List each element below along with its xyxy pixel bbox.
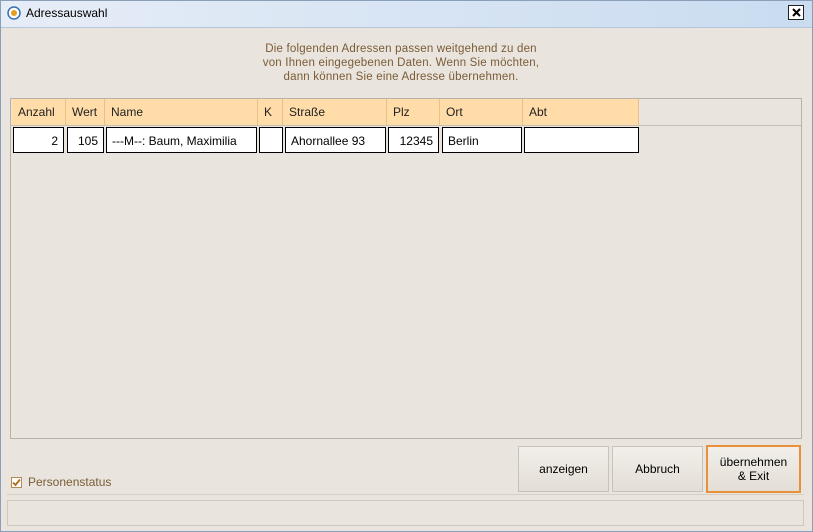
button-label-line: & Exit (737, 469, 770, 483)
cell-wert[interactable]: 105 (67, 127, 104, 153)
header-divider (11, 125, 801, 126)
button-label-line: übernehmen (719, 455, 788, 469)
column-header-ort[interactable]: Ort (440, 99, 523, 125)
cell-strasse[interactable]: Ahornallee 93 (285, 127, 386, 153)
message-line: von Ihnen eingegebenen Daten. Wenn Sie m… (262, 57, 540, 69)
cell-name[interactable]: ---M--: Baum, Maximilia (106, 127, 257, 153)
column-header-k[interactable]: K (258, 99, 283, 125)
personenstatus-option[interactable]: Personenstatus (11, 475, 111, 489)
info-message: Die folgenden Adressen passen weitgehend… (151, 42, 651, 84)
cell-plz[interactable]: 12345 (388, 127, 439, 153)
personenstatus-checkbox[interactable] (11, 476, 22, 488)
abbruch-button[interactable]: Abbruch (612, 446, 703, 492)
column-header-strasse[interactable]: Straße (283, 99, 387, 125)
uebernehmen-exit-button[interactable]: übernehmen & Exit (706, 445, 801, 493)
personenstatus-label: Personenstatus (28, 475, 112, 489)
close-icon (791, 8, 801, 17)
message-line: dann können Sie eine Adresse übernehmen. (283, 71, 519, 83)
column-header-plz[interactable]: Plz (387, 99, 440, 125)
column-header-anzahl[interactable]: Anzahl (12, 99, 66, 125)
app-icon (7, 6, 21, 20)
title-bar: Adressauswahl (1, 1, 812, 28)
close-button[interactable] (788, 5, 804, 20)
cell-abt[interactable] (524, 127, 639, 153)
footer-divider (7, 494, 804, 495)
column-header-name[interactable]: Name (105, 99, 258, 125)
address-selection-dialog: Adressauswahl Die folgenden Adressen pas… (0, 0, 813, 532)
cell-anzahl[interactable]: 2 (13, 127, 64, 153)
column-header-wert[interactable]: Wert (66, 99, 105, 125)
checkmark-icon (12, 478, 21, 486)
window-title: Adressauswahl (26, 6, 108, 20)
column-header-abt[interactable]: Abt (523, 99, 639, 125)
message-line: Die folgenden Adressen passen weitgehend… (265, 43, 537, 55)
cell-k[interactable] (259, 127, 283, 153)
cell-ort[interactable]: Berlin (442, 127, 522, 153)
status-bar (7, 500, 804, 526)
anzeigen-button[interactable]: anzeigen (518, 446, 609, 492)
